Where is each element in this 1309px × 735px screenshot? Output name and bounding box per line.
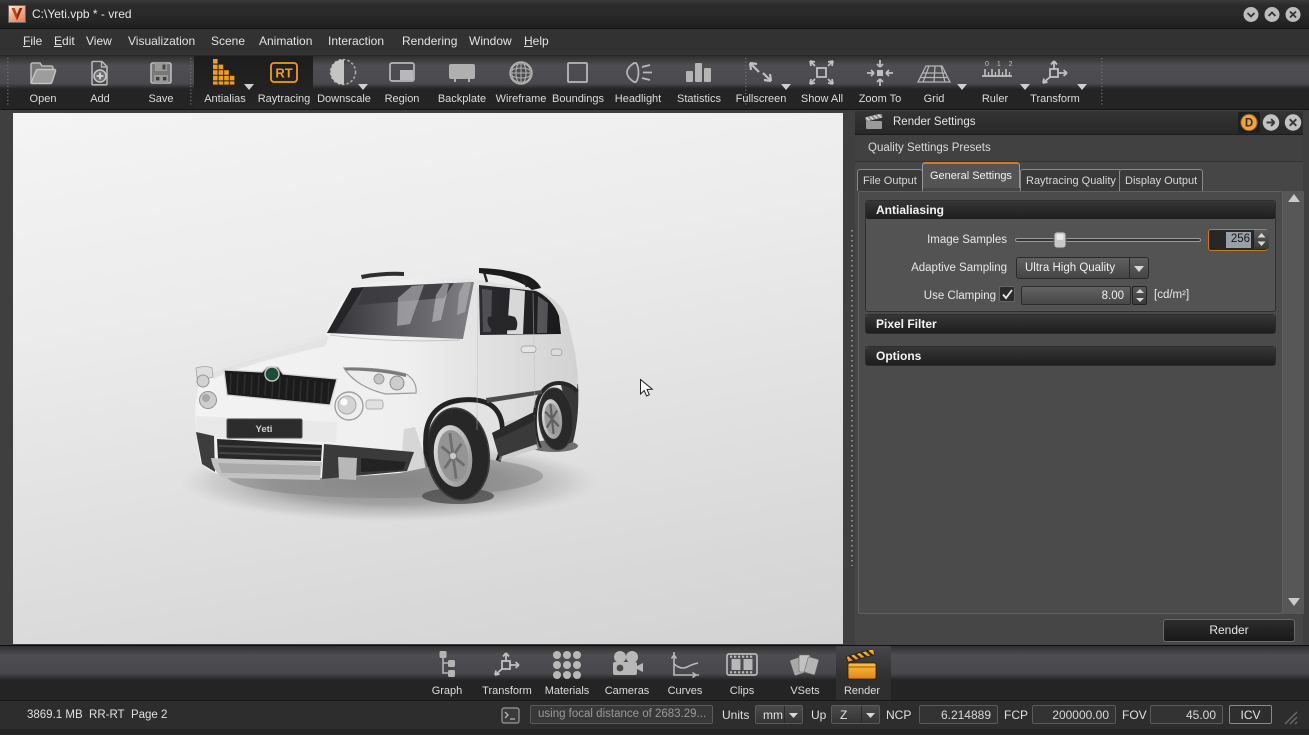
svg-text:Yeti: Yeti <box>256 424 273 435</box>
svg-text:D: D <box>1245 118 1253 130</box>
svg-text:RT: RT <box>275 66 292 81</box>
svg-text:0 1 2: 0 1 2 <box>985 61 1014 68</box>
